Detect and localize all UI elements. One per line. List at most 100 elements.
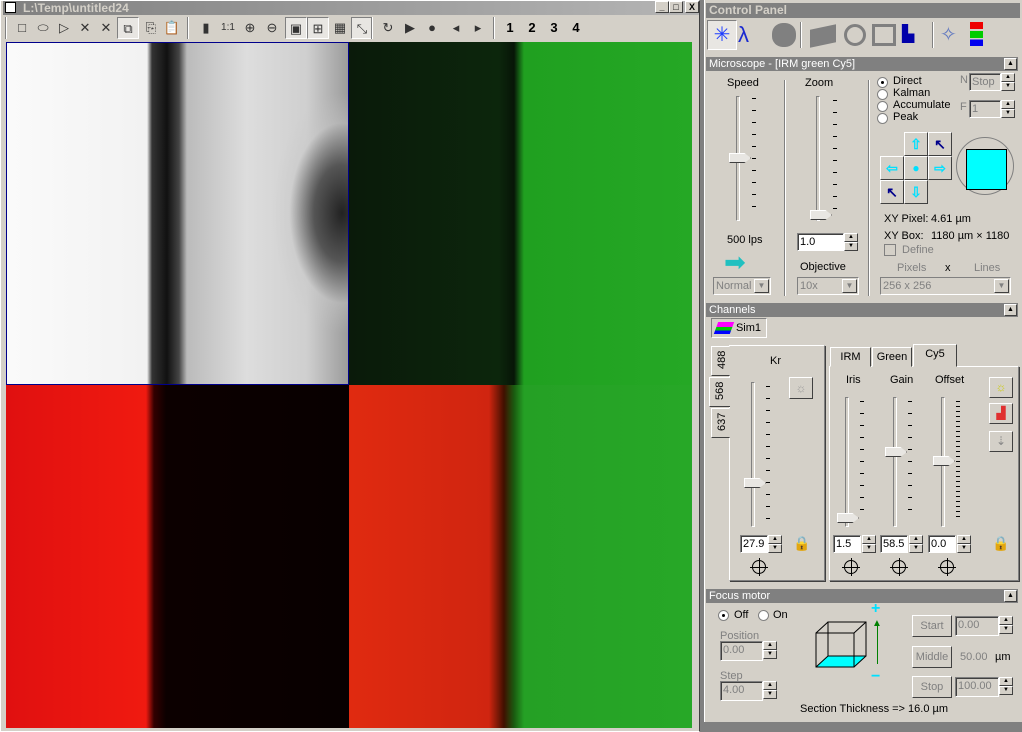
green-channel-image[interactable] [349, 42, 692, 385]
move-right-button[interactable]: ⇨ [928, 156, 952, 180]
quad-view-icon[interactable]: ⊞ [307, 17, 329, 39]
crosshair-icon[interactable] [938, 558, 956, 576]
record-icon[interactable]: ● [421, 17, 443, 39]
auto-adjust-button[interactable]: ☼ [989, 377, 1013, 398]
detector-tab-green[interactable]: Green [872, 347, 912, 367]
move-up-button[interactable]: ⇧ [904, 132, 928, 156]
histogram-tool-icon[interactable]: ▙ [902, 24, 914, 44]
irm-channel-image[interactable] [6, 42, 349, 385]
detector-tab-cy5[interactable]: Cy5 [913, 344, 957, 367]
iris-slider[interactable] [845, 397, 849, 527]
define-checkbox[interactable] [884, 244, 896, 256]
loop-icon[interactable]: ↻ [377, 17, 399, 39]
kr-spinner[interactable]: ▲ ▼ [768, 535, 782, 553]
start-button[interactable]: Start [912, 615, 952, 637]
detector-tab-irm[interactable]: IRM [830, 347, 871, 367]
sim1-button[interactable]: Sim1 [711, 318, 767, 338]
f-spinner[interactable]: ▲ ▼ [1001, 100, 1015, 118]
paste-icon[interactable]: 📋 [161, 17, 183, 39]
kr-input[interactable]: 27.9 [740, 535, 768, 553]
histogram-button[interactable]: ▟ [989, 403, 1013, 424]
gain-input[interactable]: 58.5 [880, 535, 908, 553]
laser-tab-488[interactable]: 488 [711, 346, 730, 376]
focus-off-radio[interactable] [718, 610, 729, 621]
rectangle-icon[interactable]: □ [11, 17, 33, 39]
middle-button[interactable]: Middle [912, 646, 952, 668]
stop-input[interactable]: 100.00 [955, 677, 999, 697]
start-spinner[interactable]: ▲ ▼ [999, 616, 1013, 634]
fit-icon[interactable]: ▣ [285, 17, 307, 39]
move-up-right-button[interactable]: ↖ [928, 132, 952, 156]
scan-direction-arrow-icon[interactable]: ➡ [724, 249, 746, 275]
next-icon[interactable]: ▸ [467, 17, 489, 39]
laser-tool-icon[interactable]: ✧ [940, 22, 957, 47]
scan-tool-icon[interactable]: ✳ [707, 20, 737, 50]
mode-direct-radio[interactable] [877, 77, 888, 88]
zoom-in-icon[interactable]: ⊕ [239, 17, 261, 39]
select-shapes-icon[interactable]: ⧉ [117, 17, 139, 39]
polygon-icon[interactable]: ▷ [53, 17, 75, 39]
channel-1-button[interactable]: 1 [499, 17, 521, 39]
copy-icon[interactable]: ⎘ [140, 17, 162, 39]
channel-3-button[interactable]: 3 [543, 17, 565, 39]
zoom-slider[interactable] [816, 96, 820, 221]
zoom-input[interactable]: 1.0 [797, 233, 844, 251]
collapse-channels-button[interactable]: ▲ [1004, 304, 1017, 316]
move-down-left-button[interactable]: ↖ [880, 180, 904, 204]
red-channel-image[interactable] [6, 385, 349, 728]
tile-icon[interactable]: ▦ [329, 17, 351, 39]
start-input[interactable]: 0.00 [955, 616, 999, 636]
resolution-dropdown[interactable]: 256 x 256 ▼ [880, 277, 1011, 295]
step-spinner[interactable]: ▲ ▼ [763, 681, 777, 699]
overlay-image[interactable] [349, 385, 692, 728]
iris-input[interactable]: 1.5 [833, 535, 861, 553]
collapse-microscope-button[interactable]: ▲ [1004, 58, 1017, 70]
single-view-icon[interactable]: ▮ [195, 17, 217, 39]
scan-area-square[interactable] [966, 149, 1007, 190]
zoom-spinner[interactable]: ▲ ▼ [844, 233, 858, 251]
crosshair-icon[interactable] [890, 558, 908, 576]
mode-kalman-radio[interactable] [877, 89, 888, 100]
sample-tool-icon[interactable] [772, 23, 796, 47]
previous-icon[interactable]: ◂ [445, 17, 467, 39]
focus-on-radio[interactable] [758, 610, 769, 621]
laser-power-button[interactable]: ☼ [789, 377, 813, 399]
center-button[interactable]: ● [904, 156, 928, 180]
offset-adjust-button[interactable]: ⇣ [989, 431, 1013, 452]
mode-peak-radio[interactable] [877, 113, 888, 124]
minimize-button[interactable]: _ [655, 1, 669, 13]
actual-size-icon[interactable]: 1:1 [217, 17, 239, 39]
channel-4-button[interactable]: 4 [565, 17, 587, 39]
ellipse-icon[interactable]: ⬭ [32, 17, 54, 39]
kr-slider[interactable] [751, 382, 755, 527]
lock-icon[interactable]: 🔒 [992, 535, 1009, 552]
zoom-out-icon[interactable]: ⊖ [261, 17, 283, 39]
maximize-button[interactable]: □ [669, 1, 683, 13]
stop-button[interactable]: Stop [912, 676, 952, 698]
mode-accumulate-radio[interactable] [877, 101, 888, 112]
lock-icon[interactable]: 🔒 [793, 535, 810, 552]
laser-tab-568[interactable]: 568 [709, 377, 730, 407]
volume-tool-icon[interactable] [872, 24, 896, 46]
objective-dropdown[interactable]: 10x ▼ [797, 277, 859, 295]
offset-spinner[interactable]: ▲ ▼ [957, 535, 971, 553]
crosshair-icon[interactable] [750, 558, 768, 576]
delete-all-icon[interactable]: ✕ [95, 17, 117, 39]
delete-icon[interactable]: ✕ [74, 17, 96, 39]
close-button[interactable]: X [685, 1, 699, 13]
iris-spinner[interactable]: ▲ ▼ [862, 535, 876, 553]
collapse-focus-button[interactable]: ▲ [1004, 590, 1017, 602]
n-spinner[interactable]: ▲ ▼ [1001, 73, 1015, 91]
stop-spinner[interactable]: ▲ ▼ [999, 677, 1013, 695]
gain-spinner[interactable]: ▲ ▼ [909, 535, 923, 553]
move-down-button[interactable]: ⇩ [904, 180, 928, 204]
move-left-button[interactable]: ⇦ [880, 156, 904, 180]
speed-mode-dropdown[interactable]: Normal ▼ [713, 277, 771, 295]
position-input[interactable]: 0.00 [720, 641, 763, 661]
crosshair-icon[interactable] [842, 558, 860, 576]
laser-tab-637[interactable]: 637 [711, 408, 730, 438]
play-icon[interactable]: ▶ [399, 17, 421, 39]
offset-input[interactable]: 0.0 [928, 535, 956, 553]
lambda-tool-icon[interactable]: λ [738, 22, 749, 48]
channel-2-button[interactable]: 2 [521, 17, 543, 39]
